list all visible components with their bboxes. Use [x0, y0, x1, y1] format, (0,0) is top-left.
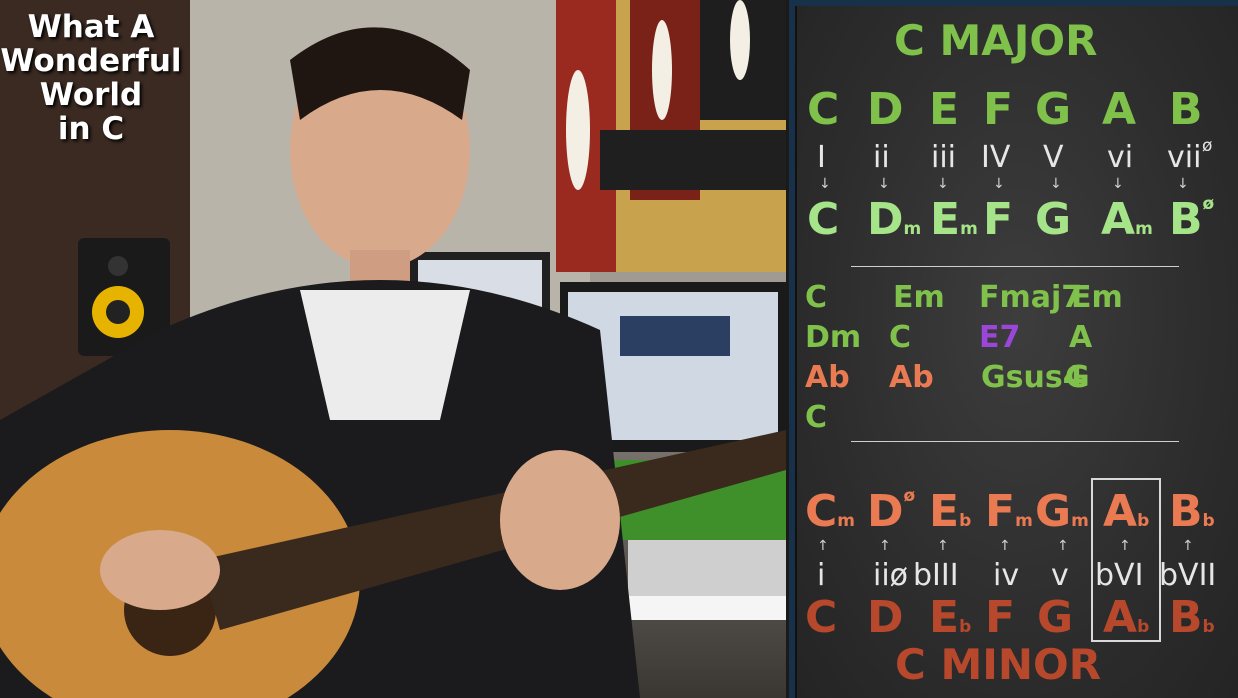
half-dim-symbol: ø	[1202, 136, 1213, 156]
major-note: D	[867, 84, 904, 135]
major-title: C MAJOR	[894, 16, 1098, 65]
video-title-overlay: What A Wonderful World in C	[0, 9, 182, 147]
minor-numeral: iv	[993, 558, 1020, 593]
progression-chord: Fmaj7	[979, 280, 1083, 315]
minor-chord: Dø	[867, 486, 916, 537]
major-numeral: IV	[981, 140, 1011, 175]
arrow-up-icon: ↑	[1057, 538, 1069, 554]
major-numeral: iii	[931, 140, 957, 175]
arrow-up-icon: ↑	[1119, 538, 1131, 554]
arrow-down-icon: ↓	[878, 176, 890, 192]
minor-note: Ab	[1103, 592, 1150, 643]
progression-chord-borrowed: Ab	[805, 360, 850, 395]
major-note: E	[929, 84, 960, 135]
arrow-down-icon: ↓	[1177, 176, 1189, 192]
minor-chord: Cm	[805, 486, 856, 537]
major-note: C	[807, 84, 840, 135]
minor-numeral: v	[1051, 558, 1069, 593]
minor-chord: Ab	[1103, 486, 1150, 537]
minor-note: F	[985, 592, 1016, 643]
progression-chord: Dm	[805, 320, 862, 355]
minor-numeral: bVII	[1159, 558, 1217, 593]
arrow-down-icon: ↓	[1050, 176, 1062, 192]
arrow-up-icon: ↑	[817, 538, 829, 554]
minor-numeral: bIII	[913, 558, 959, 593]
major-numeral: vi	[1107, 140, 1134, 175]
minor-title: C MINOR	[895, 640, 1102, 689]
minor-note: G	[1037, 592, 1074, 643]
major-numeral: ii	[873, 140, 890, 175]
major-chord: G	[1035, 194, 1072, 245]
arrow-up-icon: ↑	[937, 538, 949, 554]
progression-chord: Em	[1071, 280, 1123, 315]
major-chord: Em	[930, 194, 978, 245]
progression-chord: Em	[893, 280, 945, 315]
chord-board: C MAJOR C D E F G A B I ii iii IV V vi v…	[789, 0, 1238, 698]
minor-chord: Eb	[929, 486, 972, 537]
divider	[851, 266, 1179, 267]
minor-numeral: bVI	[1095, 558, 1144, 593]
progression-chord: C	[805, 280, 828, 315]
major-numeral: V	[1043, 140, 1064, 175]
minor-numeral: iiø	[873, 558, 909, 593]
progression-chord: A	[1069, 320, 1093, 355]
major-note: G	[1035, 84, 1072, 135]
arrow-up-icon: ↑	[999, 538, 1011, 554]
major-chord: Dm	[867, 194, 922, 245]
major-chord: Am	[1101, 194, 1153, 245]
arrow-up-icon: ↑	[1182, 538, 1194, 554]
progression-chord: C	[889, 320, 912, 355]
major-numeral: vii	[1167, 140, 1202, 175]
minor-note: D	[867, 592, 904, 643]
arrow-up-icon: ↑	[879, 538, 891, 554]
major-note: B	[1169, 84, 1203, 135]
minor-numeral: i	[817, 558, 826, 593]
arrow-down-icon: ↓	[1112, 176, 1124, 192]
minor-note: Eb	[929, 592, 972, 643]
video-frame: What A Wonderful World in C	[0, 0, 786, 698]
arrow-down-icon: ↓	[819, 176, 831, 192]
minor-note: C	[805, 592, 838, 643]
minor-chord: Fm	[985, 486, 1033, 537]
progression-chord: C	[805, 400, 828, 435]
progression-chord: G	[1065, 360, 1090, 395]
major-chord: F	[983, 194, 1014, 245]
minor-chord: Bb	[1169, 486, 1215, 537]
major-numeral: I	[817, 140, 826, 175]
arrow-down-icon: ↓	[937, 176, 949, 192]
progression-chord-highlight: E7	[979, 320, 1021, 355]
progression-chord-borrowed: Ab	[889, 360, 934, 395]
major-note: F	[983, 84, 1014, 135]
minor-chord: Gm	[1035, 486, 1089, 537]
hand	[500, 450, 620, 590]
major-note: A	[1102, 84, 1137, 135]
major-chord: C	[807, 194, 840, 245]
major-chord: Bø	[1169, 194, 1215, 245]
arrow-down-icon: ↓	[993, 176, 1005, 192]
divider	[851, 441, 1179, 442]
minor-note: Bb	[1169, 592, 1215, 643]
